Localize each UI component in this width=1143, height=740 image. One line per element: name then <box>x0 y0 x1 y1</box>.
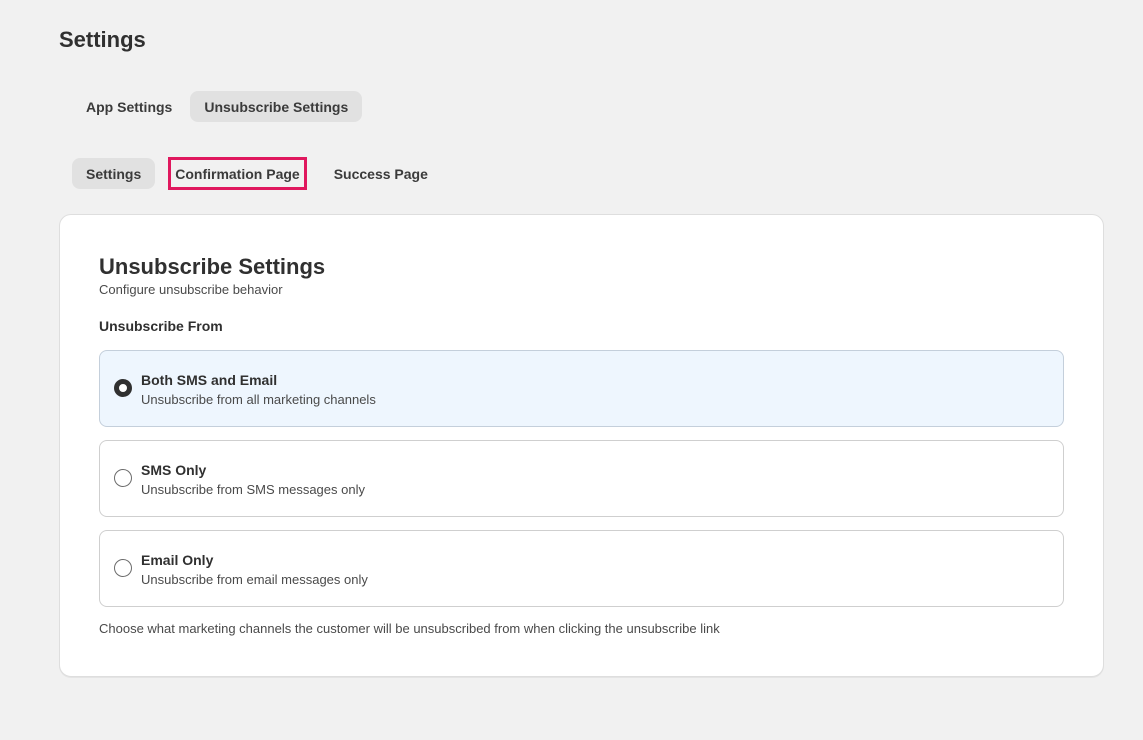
tab-app-settings[interactable]: App Settings <box>72 91 186 122</box>
subtab-settings[interactable]: Settings <box>72 158 156 189</box>
option-title: Email Only <box>141 552 214 568</box>
option-description: Unsubscribe from email messages only <box>141 572 368 587</box>
radio-selected-icon[interactable] <box>114 379 132 397</box>
option-both-sms-email[interactable]: Both SMS and Email Unsubscribe from all … <box>99 350 1064 427</box>
tab-unsubscribe-settings[interactable]: Unsubscribe Settings <box>190 91 363 122</box>
radio-unselected-icon[interactable] <box>114 469 132 487</box>
option-description: Unsubscribe from all marketing channels <box>141 392 376 407</box>
sub-tabs: Settings Confirmation Page Success Page <box>72 157 442 190</box>
option-email-only[interactable]: Email Only Unsubscribe from email messag… <box>99 530 1064 607</box>
radio-unselected-icon[interactable] <box>114 559 132 577</box>
main-tabs: App Settings Unsubscribe Settings <box>72 91 363 122</box>
help-text: Choose what marketing channels the custo… <box>99 621 720 636</box>
option-description: Unsubscribe from SMS messages only <box>141 482 365 497</box>
subtab-confirmation-page[interactable]: Confirmation Page <box>168 157 307 190</box>
card-title: Unsubscribe Settings <box>99 254 326 279</box>
subtab-success-page[interactable]: Success Page <box>320 158 442 189</box>
page-title: Settings <box>59 27 146 52</box>
unsubscribe-settings-card: Unsubscribe Settings Configure unsubscri… <box>59 214 1104 677</box>
unsubscribe-from-label: Unsubscribe From <box>99 318 223 334</box>
option-title: Both SMS and Email <box>141 372 278 388</box>
option-title: SMS Only <box>141 462 207 478</box>
option-sms-only[interactable]: SMS Only Unsubscribe from SMS messages o… <box>99 440 1064 517</box>
card-subtitle: Configure unsubscribe behavior <box>99 282 283 297</box>
